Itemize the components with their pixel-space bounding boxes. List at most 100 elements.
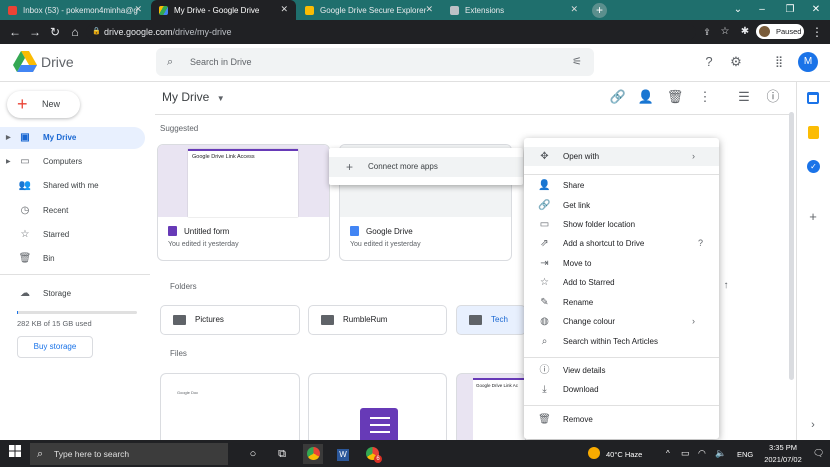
windows-start-icon[interactable] [5,444,25,464]
clock-icon: ◷ [20,205,30,216]
menu-get-link[interactable]: 🔗 Get link [524,196,719,215]
notifications-icon[interactable]: 🗨 [813,448,824,459]
expand-panel-icon[interactable]: › [806,418,820,432]
folder-rumblerum[interactable]: RumbleRum [308,305,447,335]
weather-text[interactable]: 40°C Haze [606,450,642,459]
menu-add-to-starred[interactable]: ☆ Add to Starred [524,273,719,292]
menu-download[interactable]: ⤓ Download [524,380,719,399]
menu-share[interactable]: 👤 Share [524,176,719,195]
close-icon[interactable]: ✕ [134,4,142,15]
file-card[interactable]: Google Doc [160,373,300,440]
close-icon[interactable]: ✕ [280,4,288,15]
sidebar-item-shared[interactable]: 👥 Shared with me [0,175,145,197]
menu-rename[interactable]: ✎ Rename [524,293,719,312]
volume-icon[interactable]: 🔈 [715,448,726,459]
restore-icon[interactable]: ❐ [776,0,804,20]
menu-search-within[interactable]: ⌕ Search within Tech Articles [524,332,719,351]
suggested-card-form[interactable]: Google Drive Link Access Untitled form Y… [157,144,330,261]
file-card[interactable] [308,373,447,440]
profile-paused-button[interactable]: Paused [756,24,804,39]
chrome-menu-icon[interactable]: ⋮ [808,22,826,42]
connect-more-apps-item[interactable]: + Connect more apps [329,157,523,177]
tab-secure-explorer[interactable]: Google Drive Secure Explorer ✕ [297,0,441,20]
menu-move-to[interactable]: ⇥ Move to [524,254,719,273]
address-bar[interactable]: 🔒 drive.google.com/drive/my-drive [86,24,696,40]
close-icon[interactable]: ✕ [425,4,433,15]
sidebar-item-recent[interactable]: ◷ Recent [0,200,145,222]
battery-icon[interactable]: ▭ [681,448,690,459]
gmail-icon [8,5,17,15]
tasks-icon[interactable]: ✓ [807,160,820,173]
calendar-icon[interactable] [807,92,819,104]
folder-pictures[interactable]: Pictures [160,305,300,335]
expand-caret-icon[interactable]: ▶ [6,151,11,173]
menu-view-details[interactable]: ⓘ View details [524,361,719,380]
tab-extensions[interactable]: Extensions ✕ [442,0,586,20]
clock-time[interactable]: 3:35 PM [763,443,803,452]
forward-icon[interactable]: → [26,22,44,42]
cortana-icon[interactable]: ○ [243,444,263,464]
close-icon[interactable]: ✕ [570,4,578,15]
tray-chevron-icon[interactable]: ^ [666,449,670,458]
sidebar-item-storage[interactable]: ☁ Storage [0,283,145,305]
chevron-down-icon: ▼ [216,94,225,103]
add-addon-icon[interactable]: + [804,208,822,226]
tab-inbox[interactable]: Inbox (53) - pokemon4minha@g ✕ [0,0,150,20]
sidebar-item-bin[interactable]: 🗑 Bin [0,248,145,270]
tab-my-drive[interactable]: My Drive - Google Drive ✕ [151,0,296,20]
taskbar-search-input[interactable]: ⌕ Type here to search [30,443,228,465]
sort-arrow-up-icon[interactable]: ↑ [717,277,735,295]
word-icon[interactable]: W [333,444,353,464]
weather-icon[interactable] [588,447,600,459]
breadcrumb[interactable]: My Drive ▼ [162,90,225,104]
clock-date[interactable]: 2021/07/02 [759,455,807,464]
menu-add-shortcut[interactable]: ⇗ Add a shortcut to Drive ? [524,234,719,253]
share-page-icon[interactable]: ⇪ [698,22,716,42]
info-icon[interactable]: ⓘ [764,88,782,106]
scrollbar[interactable] [789,112,794,380]
search-input[interactable]: ⌕ Search in Drive ⚟ [156,48,594,76]
settings-gear-icon[interactable]: ⚙ [727,53,745,71]
language-indicator[interactable]: ENG [737,450,753,459]
more-vert-icon[interactable]: ⋮ [696,88,714,106]
drive-icon [159,5,168,15]
apps-grid-icon[interactable]: ⣿ [770,53,788,71]
search-icon[interactable]: ⌕ [167,48,173,76]
new-button[interactable]: + New [7,91,80,118]
minimize-icon[interactable]: – [748,0,776,20]
help-icon[interactable]: ? [700,53,718,71]
bookmark-star-icon[interactable]: ☆ [716,22,734,42]
home-icon[interactable]: ⌂ [66,22,84,42]
new-tab-button[interactable]: + [592,3,607,18]
extensions-puzzle-icon[interactable]: ✱ [736,22,754,42]
help-icon[interactable]: ? [698,234,703,253]
expand-caret-icon[interactable]: ▶ [6,127,11,149]
window-close-icon[interactable]: ✕ [802,0,830,20]
back-icon[interactable]: ← [6,22,24,42]
sidebar-item-computers[interactable]: ▶ ▭ Computers [0,151,145,173]
trash-icon[interactable]: 🗑 [666,88,684,106]
info-icon: ⓘ [539,365,550,376]
menu-change-colour[interactable]: ◍ Change colour › [524,312,719,331]
buy-storage-button[interactable]: Buy storage [17,336,93,358]
menu-show-folder-location[interactable]: ▭ Show folder location [524,215,719,234]
add-person-icon[interactable]: 👤 [637,88,655,106]
menu-remove[interactable]: 🗑 Remove [524,410,719,429]
wifi-icon[interactable]: ◠ [698,448,706,459]
search-options-icon[interactable]: ⚟ [572,48,582,76]
sidebar-item-starred[interactable]: ☆ Starred [0,224,145,246]
folder-tech-articles[interactable]: Tech Artic [456,305,526,335]
chrome-taskbar-icon[interactable] [303,444,323,464]
chrome-profile-icon[interactable]: 6 [362,444,382,464]
profile-avatar [759,26,770,37]
file-card[interactable]: Google Drive Link Ac [456,373,526,440]
menu-open-with[interactable]: ✥ Open with › [524,147,719,166]
keep-icon[interactable] [808,126,819,139]
reload-icon[interactable]: ↻ [46,22,64,42]
task-view-icon[interactable]: ⧉ [272,444,292,464]
account-avatar[interactable]: M [798,52,818,72]
drive-logo-icon[interactable] [13,51,37,77]
sidebar-item-my-drive[interactable]: ▶ ▣ My Drive [0,127,145,149]
link-icon[interactable]: 🔗 [609,88,627,106]
list-view-icon[interactable]: ☰ [735,88,753,106]
